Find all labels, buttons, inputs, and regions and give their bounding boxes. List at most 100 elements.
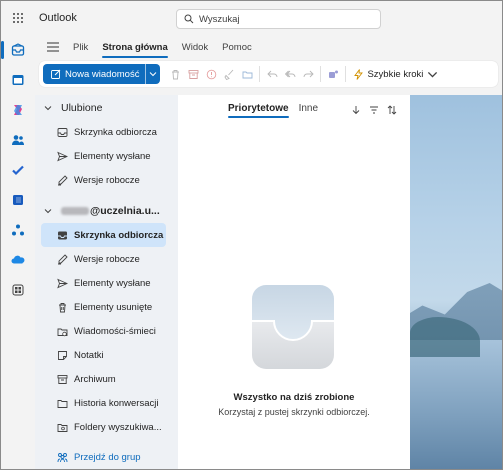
tab-pomoc[interactable]: Pomoc — [222, 39, 252, 56]
reply-all-icon[interactable] — [281, 64, 299, 84]
draft-icon — [58, 253, 68, 264]
draft-icon — [58, 174, 68, 185]
note-icon — [58, 350, 67, 360]
tab-plik[interactable]: Plik — [73, 39, 88, 56]
reply-icon[interactable] — [263, 64, 281, 84]
new-mail-dropdown[interactable] — [146, 64, 160, 84]
folder-label: Elementy usunięte — [74, 301, 153, 313]
account-header[interactable]: @uczelnia.u... — [35, 199, 178, 223]
folder-label: Historia konwersacji — [74, 397, 159, 409]
empty-state-subtitle: Korzystaj z pustej skrzynki odbiorczej. — [218, 407, 370, 417]
empty-state-title: Wszystko na dziś zrobione — [233, 392, 355, 403]
folder-search-folders[interactable]: Foldery wyszukiwa... — [41, 415, 166, 439]
send-icon — [57, 278, 68, 288]
quick-steps-label: Szybkie kroki — [367, 68, 424, 80]
inbox-icon — [58, 231, 67, 239]
separator — [345, 66, 347, 82]
search-icon — [184, 14, 194, 24]
folder-conversation-history[interactable]: Historia konwersacji — [41, 391, 166, 415]
message-list: Priorytetowe Inne Wszystko na dziś zrobi… — [178, 95, 410, 469]
folder-sent[interactable]: Elementy wysłane — [41, 271, 166, 295]
folder-inbox[interactable]: Skrzynka odbiorcza — [41, 223, 166, 247]
favorites-header[interactable]: Ulubione — [35, 96, 178, 120]
folder-drafts[interactable]: Wersje robocze — [41, 247, 166, 271]
chevron-down-icon — [427, 71, 438, 78]
folder-icon — [57, 399, 68, 408]
lightning-icon — [354, 68, 364, 80]
inbox-tabs: Priorytetowe Inne — [228, 103, 328, 118]
jump-down-icon[interactable] — [348, 103, 364, 117]
empty-inbox-illustration — [252, 285, 334, 369]
quick-steps-dropdown[interactable] — [423, 64, 441, 84]
hamburger-icon[interactable] — [45, 40, 61, 54]
folder-label: Skrzynka odbiorcza — [74, 229, 164, 241]
background-image — [410, 95, 502, 469]
folder-label: Wersje robocze — [74, 174, 140, 186]
tab-other[interactable]: Inne — [299, 103, 318, 117]
chevron-down-icon — [43, 206, 53, 216]
groups-link-label: Przejdź do grup — [74, 451, 141, 463]
junk-icon — [57, 328, 68, 336]
apps-icon[interactable] — [1, 275, 35, 305]
delete-icon[interactable] — [166, 64, 184, 84]
top-bar: Outlook — [1, 1, 502, 35]
move-to-icon[interactable] — [238, 64, 256, 84]
folder-label: Skrzynka odbiorcza — [74, 126, 157, 138]
folder-label: Foldery wyszukiwa... — [74, 421, 162, 433]
new-mail-button[interactable]: Nowa wiadomość — [43, 64, 145, 84]
todo-icon[interactable] — [1, 155, 35, 185]
lake-shape — [410, 340, 502, 469]
separator — [259, 66, 261, 82]
mail-icon[interactable] — [1, 35, 35, 65]
onedrive-icon[interactable] — [1, 245, 35, 275]
tab-focused[interactable]: Priorytetowe — [228, 103, 289, 118]
org-icon[interactable] — [1, 215, 35, 245]
separator — [320, 66, 322, 82]
folder-label: Archiwum — [74, 373, 116, 385]
quick-steps-button[interactable]: Szybkie kroki — [353, 69, 423, 80]
folder-junk[interactable]: Wiadomości-śmieci — [41, 319, 166, 343]
tab-widok[interactable]: Widok — [182, 39, 208, 56]
archive-icon — [57, 374, 68, 384]
go-to-groups-link[interactable]: Przejdź do grup — [41, 445, 166, 469]
copilot-icon[interactable] — [1, 95, 35, 125]
archive-icon[interactable] — [184, 64, 202, 84]
account-name: @uczelnia.u... — [90, 205, 160, 217]
compose-icon — [51, 69, 61, 79]
command-bar: Nowa wiadomość Szybkie kroki — [39, 61, 498, 87]
forward-icon[interactable] — [299, 64, 317, 84]
folder-deleted[interactable]: Elementy usunięte — [41, 295, 166, 319]
favorites-label: Ulubione — [61, 102, 103, 114]
search-box[interactable] — [176, 9, 381, 29]
redacted-username — [61, 207, 89, 215]
app-rail — [1, 35, 35, 469]
people-icon[interactable] — [1, 125, 35, 155]
ribbon-tabs: Plik Strona główna Widok Pomoc — [45, 37, 266, 58]
groups-icon — [57, 452, 68, 462]
favorite-inbox[interactable]: Skrzynka odbiorcza — [41, 120, 166, 144]
chevron-down-icon — [150, 72, 157, 77]
search-input[interactable] — [199, 13, 369, 25]
folder-label: Wiadomości-śmieci — [74, 325, 156, 337]
list-tools — [346, 103, 400, 117]
favorite-drafts[interactable]: Wersje robocze — [41, 168, 166, 192]
calendar-icon[interactable] — [1, 65, 35, 95]
inbox-icon — [57, 127, 68, 137]
app-launcher-icon[interactable] — [1, 1, 35, 35]
report-icon[interactable] — [202, 64, 220, 84]
sort-icon[interactable] — [384, 103, 400, 117]
folder-label: Elementy wysłane — [74, 277, 151, 289]
folder-label: Wersje robocze — [74, 253, 140, 265]
tab-strona-glowna[interactable]: Strona główna — [102, 39, 169, 58]
word-icon[interactable] — [1, 185, 35, 215]
filter-icon[interactable] — [366, 103, 382, 117]
folder-label: Notatki — [74, 349, 104, 361]
sweep-icon[interactable] — [220, 64, 238, 84]
new-mail-split-button: Nowa wiadomość — [43, 64, 161, 84]
teams-icon[interactable] — [324, 64, 342, 84]
folder-archive[interactable]: Archiwum — [41, 367, 166, 391]
folder-notes[interactable]: Notatki — [41, 343, 166, 367]
favorite-sent[interactable]: Elementy wysłane — [41, 144, 166, 168]
chevron-down-icon — [43, 103, 53, 113]
folder-label: Elementy wysłane — [74, 150, 151, 162]
